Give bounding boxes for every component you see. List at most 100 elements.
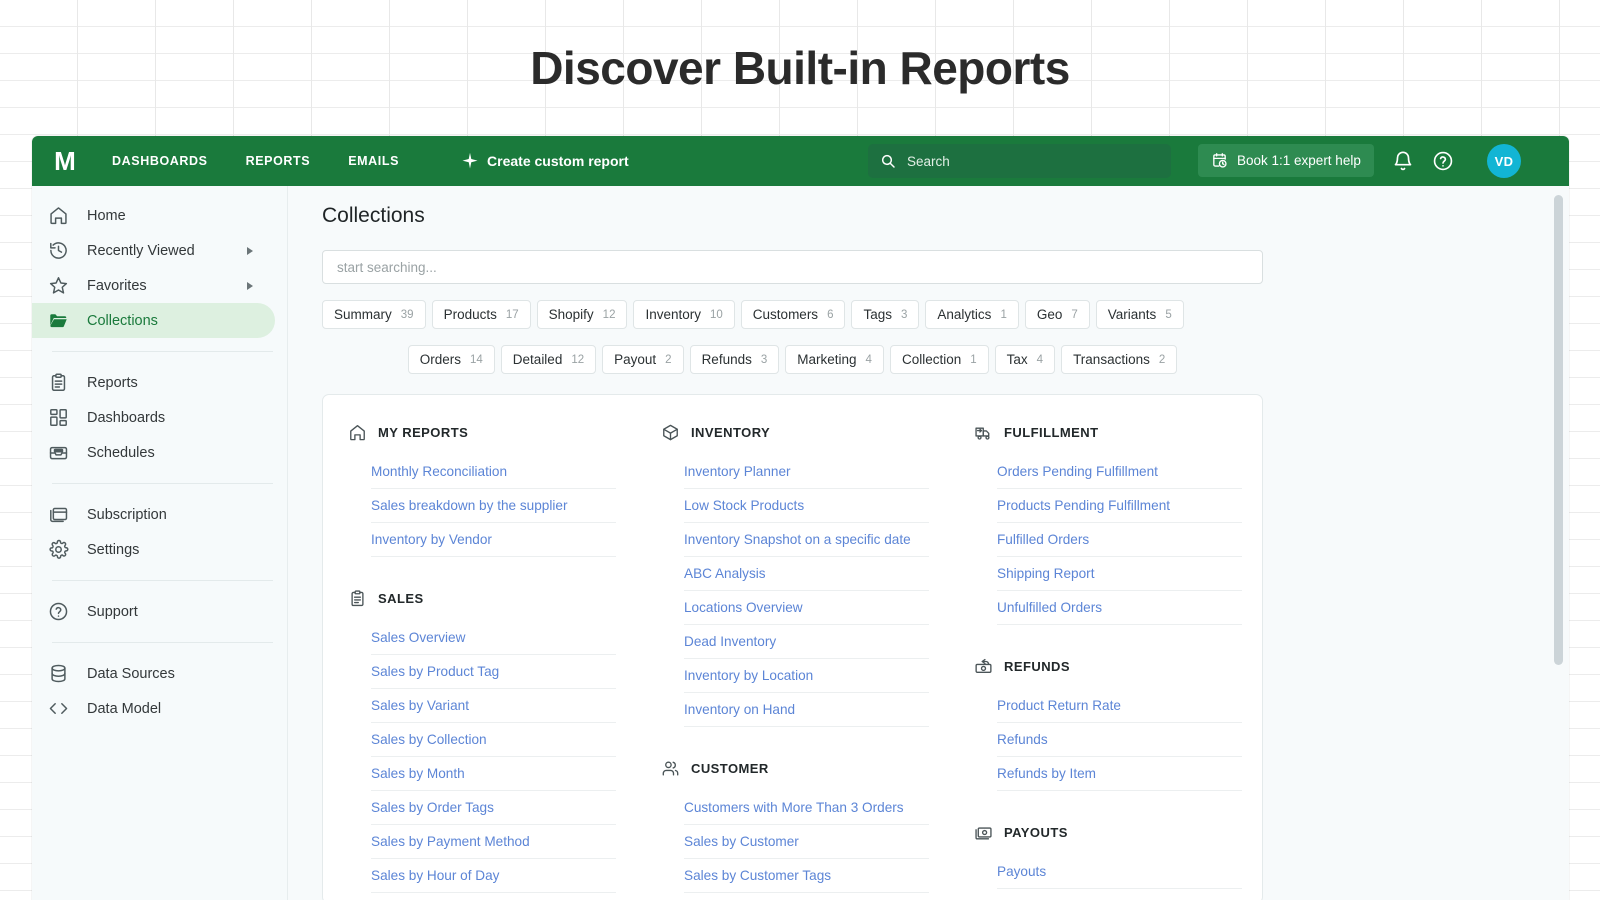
sidebar-item-home[interactable]: Home: [32, 198, 275, 233]
card-icon: [48, 504, 69, 525]
sidebar-divider: [52, 580, 273, 581]
sidebar-item-label: Support: [87, 604, 138, 620]
sidebar-item-dashboards[interactable]: Dashboards: [32, 400, 275, 435]
report-link[interactable]: Sales by Customer: [684, 825, 929, 859]
filter-chip-summary[interactable]: Summary 39: [322, 300, 426, 329]
filter-chip-variants[interactable]: Variants5: [1096, 300, 1184, 329]
sidebar-item-reports[interactable]: Reports: [32, 365, 275, 400]
sidebar-navigation: Home Recently Viewed FavoritesCollections R…: [32, 186, 288, 900]
create-custom-report-button[interactable]: Create custom report: [461, 152, 629, 170]
report-link[interactable]: Inventory by Location: [684, 659, 929, 693]
primary-nav-links: DASHBOARDS REPORTS EMAILS: [112, 154, 399, 168]
filter-chip-count: 17: [506, 309, 519, 321]
filter-chip-detailed[interactable]: Detailed12: [501, 345, 596, 374]
report-link[interactable]: Sales by Variant: [371, 689, 616, 723]
filter-chip-refunds[interactable]: Refunds3: [690, 345, 780, 374]
report-link[interactable]: Sales by Order Tags: [371, 791, 616, 825]
group-report-list: Sales OverviewSales by Product TagSales …: [371, 621, 616, 893]
report-link[interactable]: Dead Inventory: [684, 625, 929, 659]
sidebar-item-data-model[interactable]: Data Model: [32, 691, 275, 726]
book-expert-help-button[interactable]: Book 1:1 expert help: [1198, 144, 1374, 177]
report-link[interactable]: Products Pending Fulfillment: [997, 489, 1242, 523]
filter-chip-collection[interactable]: Collection1: [890, 345, 989, 374]
filter-chip-count: 7: [1071, 309, 1077, 321]
report-link[interactable]: Product Return Rate: [997, 689, 1242, 723]
report-link[interactable]: Low Stock Products: [684, 489, 929, 523]
filter-chip-label: Marketing: [797, 352, 856, 367]
gear-icon: [48, 539, 69, 560]
sidebar-item-favorites[interactable]: Favorites: [32, 268, 275, 303]
filter-chip-customers[interactable]: Customers6: [741, 300, 846, 329]
sidebar-item-label: Reports: [87, 375, 138, 391]
group-header-inventory: INVENTORY: [661, 419, 929, 445]
clipboard-icon: [48, 372, 69, 393]
collections-search-input[interactable]: start searching...: [322, 250, 1263, 284]
global-search-input[interactable]: Search: [868, 144, 1171, 178]
sidebar-item-schedules[interactable]: Schedules: [32, 435, 275, 470]
nav-link-reports[interactable]: REPORTS: [246, 154, 311, 168]
brand-logo-icon[interactable]: M: [48, 144, 82, 178]
filter-chip-shopify[interactable]: Shopify12: [537, 300, 628, 329]
filter-chip-count: 3: [901, 309, 907, 321]
filter-chip-label: Transactions: [1073, 352, 1150, 367]
filter-chip-tags[interactable]: Tags3: [851, 300, 919, 329]
report-link[interactable]: Sales Overview: [371, 621, 616, 655]
report-link[interactable]: Inventory on Hand: [684, 693, 929, 727]
sidebar-divider: [52, 351, 273, 352]
sidebar-item-recently-viewed[interactable]: Recently Viewed: [32, 233, 275, 268]
filter-chip-tax[interactable]: Tax4: [995, 345, 1055, 374]
filter-chip-count: 1: [970, 354, 976, 366]
group-header-my-reports: MY REPORTS: [348, 419, 616, 445]
report-link[interactable]: Inventory Planner: [684, 455, 929, 489]
nav-link-emails[interactable]: EMAILS: [348, 154, 399, 168]
filter-chip-label: Summary: [334, 307, 392, 322]
report-link[interactable]: Refunds: [997, 723, 1242, 757]
vertical-scrollbar[interactable]: [1554, 195, 1563, 665]
report-link[interactable]: Unfulfilled Orders: [997, 591, 1242, 625]
report-link[interactable]: Sales by Collection: [371, 723, 616, 757]
filter-chip-analytics[interactable]: Analytics1: [925, 300, 1018, 329]
filter-chip-count: 4: [866, 354, 872, 366]
sidebar-item-collections[interactable]: Collections: [32, 303, 275, 338]
report-link[interactable]: Shipping Report: [997, 557, 1242, 591]
report-link[interactable]: Sales by Customer Tags: [684, 859, 929, 893]
sidebar-item-support[interactable]: Support: [32, 594, 275, 629]
report-link[interactable]: Inventory by Vendor: [371, 523, 616, 557]
sidebar-item-settings[interactable]: Settings: [32, 532, 275, 567]
report-link[interactable]: Payouts: [997, 855, 1242, 889]
group-report-list: Orders Pending FulfillmentProducts Pendi…: [997, 455, 1242, 625]
filter-chip-products[interactable]: Products17: [432, 300, 531, 329]
filter-chip-geo[interactable]: Geo7: [1025, 300, 1090, 329]
report-link[interactable]: Refunds by Item: [997, 757, 1242, 791]
report-link[interactable]: Inventory Snapshot on a specific date: [684, 523, 929, 557]
filter-chip-count: 39: [401, 309, 414, 321]
sidebar-item-data-sources[interactable]: Data Sources: [32, 656, 275, 691]
report-link[interactable]: Monthly Reconciliation: [371, 455, 616, 489]
report-link[interactable]: Locations Overview: [684, 591, 929, 625]
help-circle-icon[interactable]: [1432, 150, 1454, 172]
report-link[interactable]: Sales by Payment Method: [371, 825, 616, 859]
filter-chip-count: 2: [665, 354, 671, 366]
sidebar-item-label: Home: [87, 208, 126, 224]
report-link[interactable]: Sales by Product Tag: [371, 655, 616, 689]
report-link[interactable]: ABC Analysis: [684, 557, 929, 591]
report-link[interactable]: Customers with More Than 3 Orders: [684, 791, 929, 825]
filter-chip-orders[interactable]: Orders14: [408, 345, 495, 374]
user-avatar[interactable]: VD: [1487, 144, 1521, 178]
report-link[interactable]: Sales by Month: [371, 757, 616, 791]
sidebar-divider: [52, 642, 273, 643]
filter-chip-marketing[interactable]: Marketing 4: [785, 345, 884, 374]
sidebar-item-subscription[interactable]: Subscription: [32, 497, 275, 532]
filter-chip-payout[interactable]: Payout2: [602, 345, 683, 374]
filter-chip-transactions[interactable]: Transactions2: [1061, 345, 1177, 374]
group-header-fulfillment: FULFILLMENT: [974, 419, 1242, 445]
report-link[interactable]: Orders Pending Fulfillment: [997, 455, 1242, 489]
filter-chip-inventory[interactable]: Inventory10: [633, 300, 734, 329]
report-link[interactable]: Fulfilled Orders: [997, 523, 1242, 557]
group-header-refunds: REFUNDS: [974, 653, 1242, 679]
sidebar-item-label: Recently Viewed: [87, 243, 195, 259]
report-link[interactable]: Sales by Hour of Day: [371, 859, 616, 893]
report-link[interactable]: Sales breakdown by the supplier: [371, 489, 616, 523]
nav-link-dashboards[interactable]: DASHBOARDS: [112, 154, 208, 168]
notification-bell-icon[interactable]: [1392, 150, 1414, 172]
